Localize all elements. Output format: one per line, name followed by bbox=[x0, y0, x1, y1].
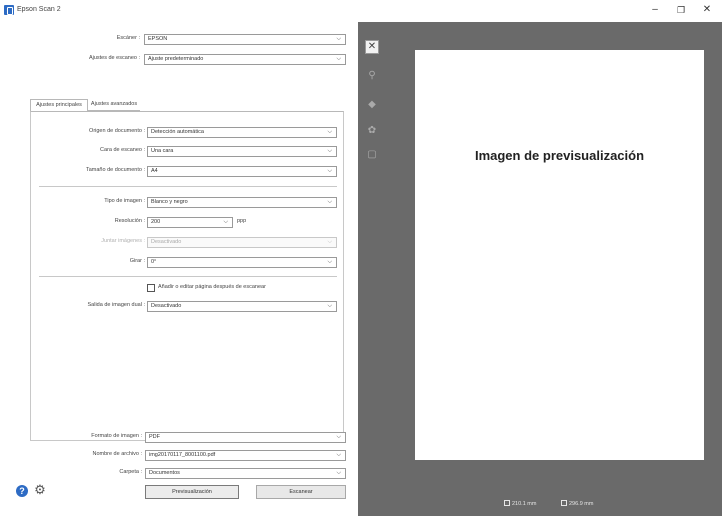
image-type-value: Blanco y negro bbox=[151, 199, 188, 205]
folder-select[interactable]: Documentos ⌵ bbox=[145, 468, 346, 479]
image-type-select[interactable]: Blanco y negro ⌵ bbox=[147, 197, 337, 208]
scan-side-select[interactable]: Una cara ⌵ bbox=[147, 146, 337, 157]
file-name-select[interactable]: img20170117_8001100.pdf ⌵ bbox=[145, 450, 346, 461]
dual-output-value: Desactivado bbox=[151, 303, 182, 309]
dual-output-row: Salida de imagen dual : Desactivado ⌵ bbox=[31, 301, 345, 312]
scan-button[interactable]: Escanear bbox=[256, 485, 346, 499]
image-format-label: Formato de imagen : bbox=[91, 433, 142, 439]
chevron-down-icon: ⌵ bbox=[327, 129, 332, 135]
resolution-label: Resolución : bbox=[114, 218, 145, 224]
tab-advanced-settings[interactable]: Ajustes avanzados bbox=[88, 99, 140, 111]
folder-value: Documentos bbox=[149, 470, 180, 476]
rotate-row: Girar : 0° ⌵ bbox=[31, 257, 345, 268]
file-name-row: Nombre de archivo : img20170117_8001100.… bbox=[0, 450, 358, 461]
file-name-value: img20170117_8001100.pdf bbox=[149, 452, 216, 458]
scanner-label: Escáner : bbox=[116, 35, 140, 41]
dual-output-label: Salida de imagen dual : bbox=[87, 302, 145, 308]
height-icon bbox=[561, 500, 567, 506]
settings-tool-icon[interactable]: ✿ bbox=[365, 124, 379, 138]
file-name-label: Nombre de archivo : bbox=[92, 451, 142, 457]
chevron-down-icon: ⌵ bbox=[327, 148, 332, 154]
folder-row: Carpeta : Documentos ⌵ bbox=[0, 468, 358, 479]
stitch-images-row: Juntar imágenes : Desactivado ⌵ bbox=[31, 237, 345, 248]
close-window-button[interactable]: ✕ bbox=[699, 3, 715, 17]
width-icon bbox=[504, 500, 510, 506]
tab-main-settings[interactable]: Ajustes principales bbox=[30, 99, 88, 111]
chevron-down-icon: ⌵ bbox=[327, 259, 332, 265]
scanner-row: Escáner : EPSON ⌵ bbox=[0, 34, 358, 45]
resolution-select[interactable]: 200 ⌵ bbox=[147, 217, 233, 228]
dual-output-select[interactable]: Desactivado ⌵ bbox=[147, 301, 337, 312]
folder-label: Carpeta : bbox=[119, 469, 142, 475]
page-height-value: 296.9 mm bbox=[569, 501, 594, 507]
preview-button[interactable]: Previsualización bbox=[145, 485, 239, 499]
document-source-value: Detección automática bbox=[151, 129, 204, 135]
add-edit-page-label: Añadir o editar página después de escane… bbox=[158, 284, 266, 290]
resolution-value: 200 bbox=[151, 219, 161, 225]
document-source-label: Origen de documento : bbox=[89, 128, 145, 134]
section-divider bbox=[39, 186, 337, 187]
help-icon[interactable]: ? bbox=[16, 485, 28, 497]
document-size-value: A4 bbox=[151, 168, 158, 174]
add-edit-page-checkbox[interactable] bbox=[147, 284, 155, 292]
stitch-images-label: Juntar imágenes : bbox=[101, 238, 145, 244]
document-size-row: Tamaño de documento : A4 ⌵ bbox=[31, 166, 345, 177]
select-area-icon[interactable]: ▢ bbox=[365, 148, 379, 162]
settings-panel: Escáner : EPSON ⌵ Ajustes de escaneo : A… bbox=[0, 22, 358, 516]
document-size-select[interactable]: A4 ⌵ bbox=[147, 166, 337, 177]
zoom-icon[interactable]: ⚲ bbox=[365, 69, 379, 83]
image-type-row: Tipo de imagen : Blanco y negro ⌵ bbox=[31, 197, 345, 208]
chevron-down-icon: ⌵ bbox=[327, 199, 332, 205]
chevron-down-icon: ⌵ bbox=[336, 56, 341, 62]
preview-text: Imagen de previsualización bbox=[474, 148, 645, 163]
chevron-down-icon: ⌵ bbox=[223, 219, 228, 225]
minimize-button[interactable]: – bbox=[647, 3, 663, 17]
chevron-down-icon: ⌵ bbox=[336, 470, 341, 476]
document-source-select[interactable]: Detección automática ⌵ bbox=[147, 127, 337, 138]
scanner-select[interactable]: EPSON ⌵ bbox=[144, 34, 346, 45]
page-height-readout: 296.9 mm bbox=[561, 500, 593, 507]
title-bar: Epson Scan 2 – ❐ ✕ bbox=[0, 0, 722, 22]
scan-side-row: Cara de escaneo : Una cara ⌵ bbox=[31, 146, 345, 157]
rotate-label: Girar : bbox=[129, 258, 145, 264]
scan-side-value: Una cara bbox=[151, 148, 174, 154]
maximize-button[interactable]: ❐ bbox=[673, 3, 689, 17]
scan-settings-select[interactable]: Ajuste predeterminado ⌵ bbox=[144, 54, 346, 65]
stitch-images-select: Desactivado ⌵ bbox=[147, 237, 337, 248]
rotate-icon[interactable]: ◆ bbox=[365, 98, 379, 112]
rotate-value: 0° bbox=[151, 259, 157, 265]
chevron-down-icon: ⌵ bbox=[336, 36, 341, 42]
chevron-down-icon: ⌵ bbox=[327, 303, 332, 309]
app-icon bbox=[4, 5, 14, 15]
chevron-down-icon: ⌵ bbox=[327, 239, 332, 245]
stitch-images-value: Desactivado bbox=[151, 239, 182, 245]
scan-settings-value: Ajuste predeterminado bbox=[148, 56, 204, 62]
chevron-down-icon: ⌵ bbox=[327, 168, 332, 174]
preview-page: Imagen de previsualización bbox=[415, 50, 704, 460]
rotate-select[interactable]: 0° ⌵ bbox=[147, 257, 337, 268]
page-width-readout: 210.1 mm bbox=[504, 500, 536, 507]
resolution-row: Resolución : 200 ⌵ ppp bbox=[31, 217, 345, 228]
document-size-label: Tamaño de documento : bbox=[85, 167, 145, 173]
section-divider bbox=[39, 276, 337, 277]
image-type-label: Tipo de imagen : bbox=[104, 198, 145, 204]
scan-settings-label: Ajustes de escaneo : bbox=[88, 55, 140, 61]
preview-area: ✕ ⚲ ◆ ✿ ▢ Imagen de previsualización 210… bbox=[358, 22, 722, 516]
scan-side-label: Cara de escaneo : bbox=[100, 147, 145, 153]
page-width-value: 210.1 mm bbox=[512, 501, 537, 507]
image-format-select[interactable]: PDF ⌵ bbox=[145, 432, 346, 443]
gear-icon[interactable]: ⚙ bbox=[34, 483, 46, 496]
resolution-unit: ppp bbox=[237, 218, 247, 224]
document-source-row: Origen de documento : Detección automáti… bbox=[31, 127, 345, 138]
window-title: Epson Scan 2 bbox=[17, 6, 61, 13]
scan-settings-row: Ajustes de escaneo : Ajuste predetermina… bbox=[0, 54, 358, 65]
image-format-row: Formato de imagen : PDF ⌵ bbox=[0, 432, 358, 443]
main-settings-panel: Origen de documento : Detección automáti… bbox=[30, 111, 344, 441]
scanner-value: EPSON bbox=[148, 36, 168, 42]
image-format-value: PDF bbox=[149, 434, 160, 440]
close-preview-icon[interactable]: ✕ bbox=[365, 40, 379, 54]
chevron-down-icon: ⌵ bbox=[336, 452, 341, 458]
chevron-down-icon: ⌵ bbox=[336, 434, 341, 440]
